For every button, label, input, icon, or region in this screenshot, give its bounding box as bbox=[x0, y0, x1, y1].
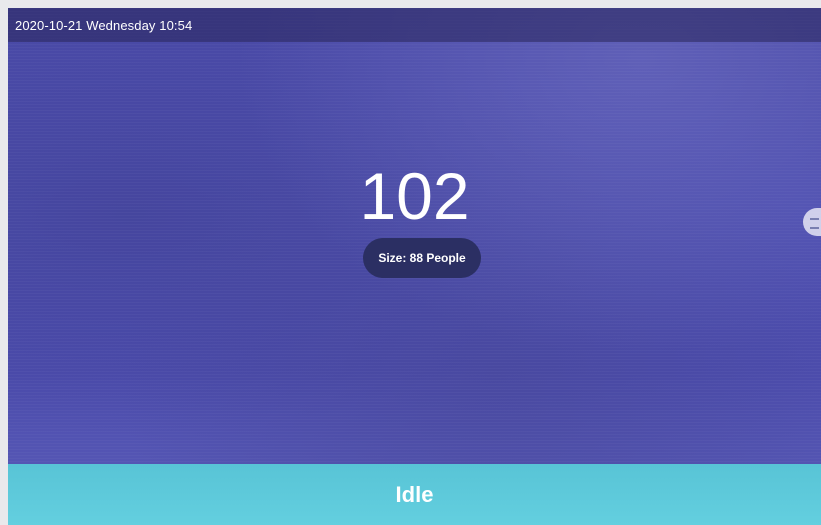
device-screen: 2020-10-21 Wednesday 10:54 102 Size: 88 … bbox=[8, 8, 821, 525]
status-panel: Idle bbox=[8, 464, 821, 525]
date-time-display: 2020-10-21 Wednesday 10:54 bbox=[15, 18, 193, 33]
size-badge: Size: 88 People bbox=[363, 238, 481, 278]
status-label: Idle bbox=[395, 482, 434, 507]
status-bar: 2020-10-21 Wednesday 10:54 bbox=[8, 8, 821, 42]
people-count: 102 bbox=[359, 159, 470, 233]
size-label: Size: 88 People bbox=[378, 251, 466, 265]
